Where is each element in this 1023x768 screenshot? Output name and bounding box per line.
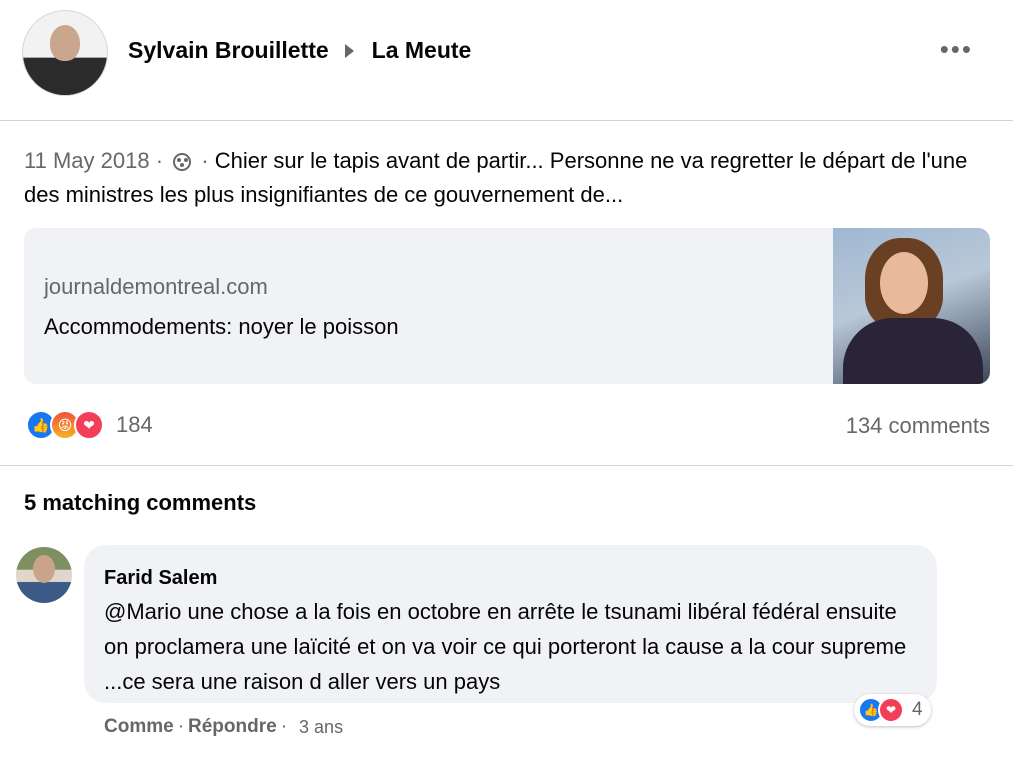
- comment-text: @Mario une chose a la fois en octobre en…: [104, 599, 907, 694]
- post-body: 11 May 2018 · · Chier sur le tapis avant…: [24, 144, 984, 212]
- comment-actions: Comme · Répondre · 3 ans: [104, 716, 343, 738]
- like-button[interactable]: Comme: [104, 716, 174, 738]
- reply-button[interactable]: Répondre: [188, 716, 277, 738]
- love-icon: ❤: [74, 410, 104, 440]
- link-title: Accommodements: noyer le poisson: [44, 314, 399, 339]
- divider: [0, 120, 1013, 121]
- thumb-face: [880, 252, 928, 314]
- audience-icon[interactable]: [173, 153, 192, 171]
- comment-reaction-count: 4: [912, 699, 923, 720]
- post-date-link[interactable]: 11 May 2018: [24, 148, 150, 173]
- group-name-link[interactable]: La Meute: [372, 37, 472, 64]
- link-domain: journaldemontreal.com: [44, 274, 268, 299]
- link-thumbnail: [833, 228, 990, 384]
- header-names: Sylvain Brouillette La Meute: [128, 37, 471, 64]
- post-text: Chier sur le tapis avant de partir... Pe…: [24, 148, 968, 207]
- action-separator: ·: [280, 716, 288, 737]
- audience-separator: ·: [201, 148, 209, 173]
- comment-reactions[interactable]: 👍 ❤ 4: [854, 694, 931, 726]
- post-header: Sylvain Brouillette La Meute •••: [0, 0, 1023, 120]
- comment-bubble: Farid Salem @Mario une chose a la fois e…: [84, 545, 937, 703]
- reaction-count: 184: [116, 412, 153, 437]
- post-reactions[interactable]: 👍 😡 ❤ 184: [26, 410, 153, 440]
- action-separator: ·: [177, 716, 185, 737]
- commenter-avatar[interactable]: [16, 547, 72, 603]
- date-separator: ·: [155, 148, 164, 173]
- divider: [0, 465, 1013, 466]
- more-options-icon[interactable]: •••: [940, 34, 973, 65]
- author-avatar[interactable]: [22, 10, 108, 96]
- avatar-face: [50, 25, 80, 61]
- comment-author-link[interactable]: Farid Salem: [104, 567, 217, 590]
- matching-comments-title: 5 matching comments: [24, 490, 257, 515]
- comment-time-link[interactable]: 3 ans: [299, 717, 343, 738]
- comments-count-link[interactable]: 134 comments: [846, 413, 990, 439]
- author-name-link[interactable]: Sylvain Brouillette: [128, 37, 329, 64]
- thumb-jacket: [843, 318, 983, 384]
- avatar-body: [33, 61, 97, 95]
- love-icon: ❤: [878, 697, 904, 723]
- link-preview-card[interactable]: journaldemontreal.com Accommodements: no…: [24, 228, 990, 384]
- commenter-face: [33, 555, 55, 583]
- caret-right-icon: [344, 43, 354, 58]
